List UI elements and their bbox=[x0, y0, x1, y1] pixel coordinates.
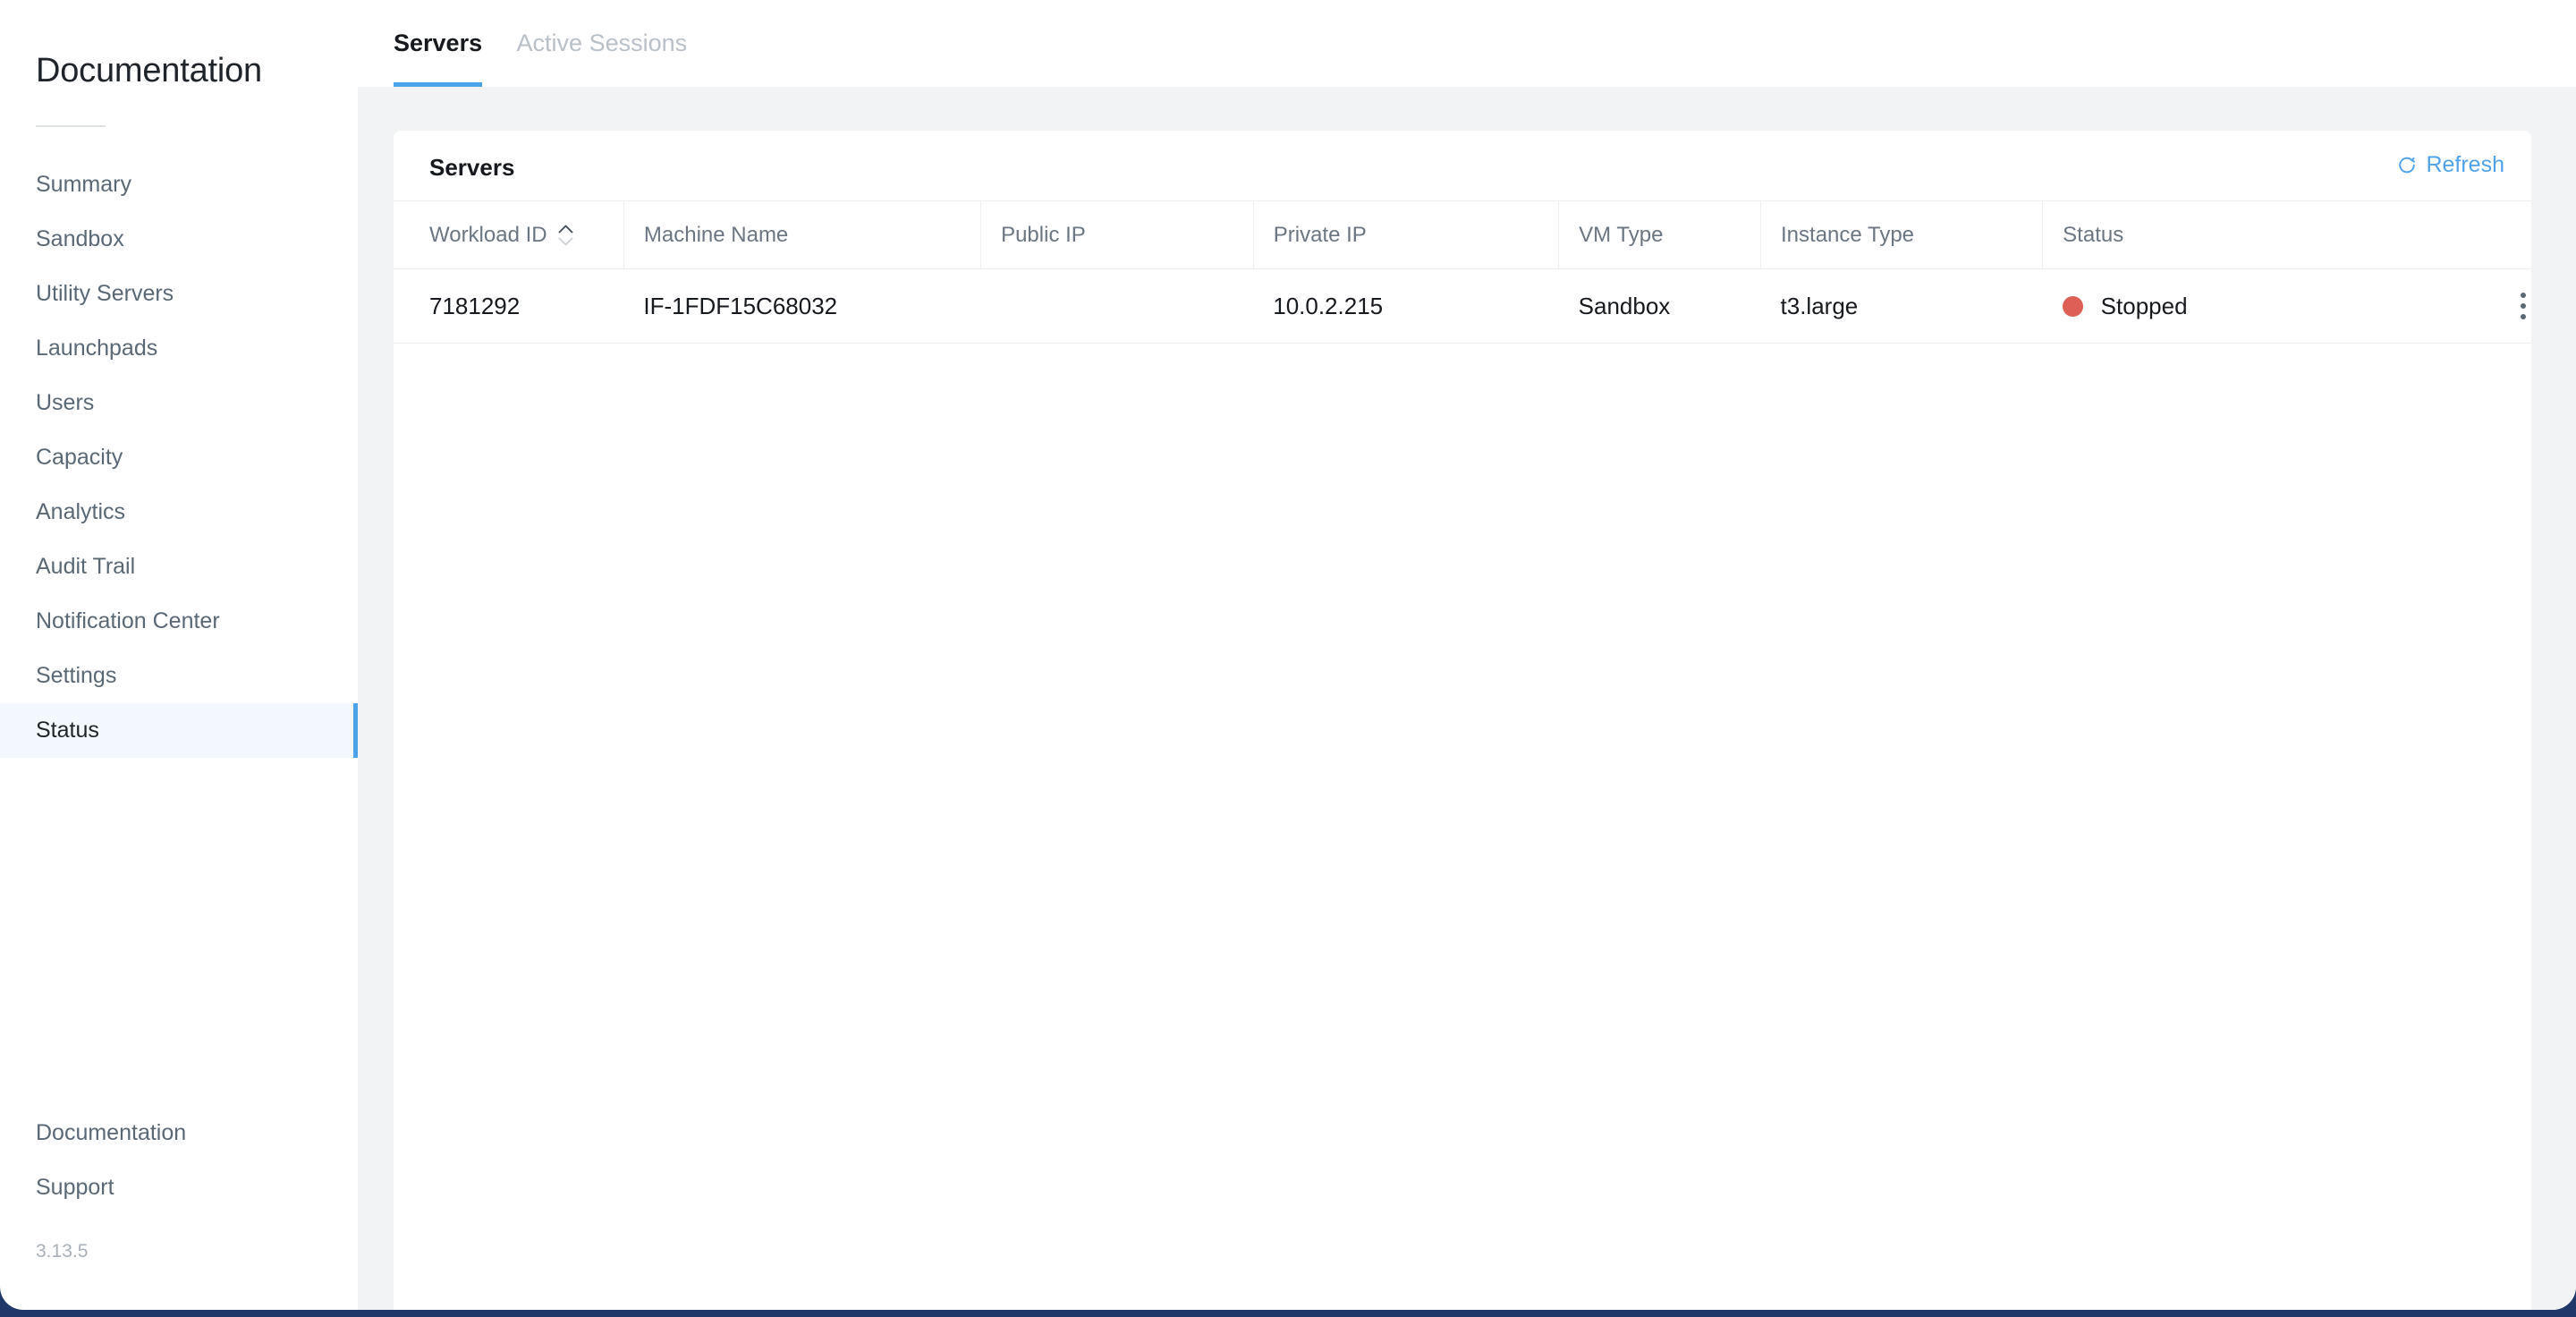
sidebar-item-audit-trail[interactable]: Audit Trail bbox=[0, 540, 358, 594]
cell-workload-id: 7181292 bbox=[394, 268, 624, 344]
column-header-machine-name[interactable]: Machine Name bbox=[623, 200, 981, 269]
cell-vm-type: Sandbox bbox=[1558, 268, 1761, 344]
app-version: 3.13.5 bbox=[36, 1241, 89, 1262]
column-header-vm-type[interactable]: VM Type bbox=[1558, 200, 1761, 269]
table-header: Workload ID Machine Name Public IP Priva… bbox=[394, 200, 2531, 269]
column-header-label: Instance Type bbox=[1781, 222, 1915, 247]
card-title: Servers bbox=[429, 154, 515, 181]
app-shell: Documentation Summary Sandbox Utility Se… bbox=[0, 0, 2576, 1317]
sidebar-footer-label: Support bbox=[36, 1175, 114, 1200]
status-badge: Stopped bbox=[2100, 292, 2188, 319]
sidebar-item-status[interactable]: Status bbox=[0, 703, 358, 758]
sidebar-footer-nav: Documentation Support bbox=[0, 1106, 358, 1215]
tab-servers[interactable]: Servers bbox=[394, 0, 483, 87]
refresh-icon bbox=[2397, 156, 2417, 175]
content-region: Servers Refresh Workload ID Machine Name… bbox=[358, 87, 2576, 1310]
column-header-workload-id[interactable]: Workload ID bbox=[394, 200, 624, 269]
main-area: Servers Active Sessions Servers Refresh … bbox=[358, 0, 2576, 1310]
sidebar-item-label: Summary bbox=[36, 172, 131, 197]
sidebar-item-documentation[interactable]: Documentation bbox=[0, 1106, 358, 1160]
column-header-status[interactable]: Status bbox=[2042, 200, 2531, 269]
column-header-label: Status bbox=[2063, 222, 2124, 247]
column-header-label: Public IP bbox=[1001, 222, 1086, 247]
status-indicator-icon bbox=[2062, 295, 2083, 317]
sidebar-item-label: Settings bbox=[36, 663, 117, 688]
tab-bar: Servers Active Sessions bbox=[358, 0, 2576, 87]
tab-label: Active Sessions bbox=[516, 30, 688, 56]
sidebar-item-label: Capacity bbox=[36, 445, 123, 470]
cell-machine-name: IF-1FDF15C68032 bbox=[623, 268, 981, 344]
sidebar-item-capacity[interactable]: Capacity bbox=[0, 430, 358, 485]
card-header: Servers Refresh bbox=[394, 131, 2531, 200]
column-header-label: Workload ID bbox=[429, 222, 547, 247]
sort-icon[interactable] bbox=[558, 225, 573, 246]
sidebar-item-summary[interactable]: Summary bbox=[0, 157, 358, 212]
sidebar: Documentation Summary Sandbox Utility Se… bbox=[0, 0, 358, 1310]
sidebar-item-analytics[interactable]: Analytics bbox=[0, 485, 358, 540]
cell-public-ip bbox=[980, 268, 1254, 344]
sidebar-item-label: Launchpads bbox=[36, 336, 158, 361]
tab-active-sessions[interactable]: Active Sessions bbox=[517, 0, 688, 87]
sidebar-item-support[interactable]: Support bbox=[0, 1160, 358, 1215]
sidebar-item-notification-center[interactable]: Notification Center bbox=[0, 594, 358, 649]
column-header-public-ip[interactable]: Public IP bbox=[980, 200, 1254, 269]
sidebar-item-label: Audit Trail bbox=[36, 554, 136, 579]
sidebar-divider bbox=[36, 125, 106, 127]
table-header-row: Workload ID Machine Name Public IP Priva… bbox=[394, 200, 2531, 269]
sidebar-item-sandbox[interactable]: Sandbox bbox=[0, 212, 358, 267]
row-actions-menu-icon[interactable] bbox=[2515, 287, 2531, 325]
sidebar-nav: Summary Sandbox Utility Servers Launchpa… bbox=[0, 157, 358, 758]
sidebar-item-label: Notification Center bbox=[36, 608, 220, 633]
sidebar-item-label: Analytics bbox=[36, 499, 126, 524]
sidebar-item-users[interactable]: Users bbox=[0, 376, 358, 430]
cell-private-ip: 10.0.2.215 bbox=[1253, 268, 1559, 344]
refresh-button[interactable]: Refresh bbox=[2397, 152, 2504, 178]
sidebar-item-utility-servers[interactable]: Utility Servers bbox=[0, 267, 358, 321]
column-header-label: Machine Name bbox=[643, 222, 789, 247]
page-title: Documentation bbox=[36, 52, 262, 89]
cell-instance-type: t3.large bbox=[1760, 268, 2043, 344]
sidebar-footer-label: Documentation bbox=[36, 1120, 187, 1145]
column-header-label: Private IP bbox=[1273, 222, 1367, 247]
sidebar-item-settings[interactable]: Settings bbox=[0, 649, 358, 703]
column-header-label: VM Type bbox=[1579, 222, 1664, 247]
servers-card: Servers Refresh Workload ID Machine Name… bbox=[394, 131, 2531, 1310]
refresh-label: Refresh bbox=[2426, 152, 2504, 177]
servers-table: Workload ID Machine Name Public IP Priva… bbox=[394, 200, 2531, 344]
sidebar-item-launchpads[interactable]: Launchpads bbox=[0, 321, 358, 376]
sidebar-item-label: Utility Servers bbox=[36, 281, 174, 306]
table-row[interactable]: 7181292 IF-1FDF15C68032 10.0.2.215 Sandb… bbox=[394, 268, 2531, 344]
cell-status: Stopped bbox=[2042, 268, 2531, 344]
tab-label: Servers bbox=[394, 30, 483, 56]
sidebar-item-label: Sandbox bbox=[36, 226, 124, 251]
table-body: 7181292 IF-1FDF15C68032 10.0.2.215 Sandb… bbox=[394, 268, 2531, 344]
column-header-instance-type[interactable]: Instance Type bbox=[1760, 200, 2043, 269]
sidebar-item-label: Users bbox=[36, 390, 95, 415]
sidebar-item-label: Status bbox=[36, 718, 99, 743]
column-header-private-ip[interactable]: Private IP bbox=[1252, 200, 1559, 269]
